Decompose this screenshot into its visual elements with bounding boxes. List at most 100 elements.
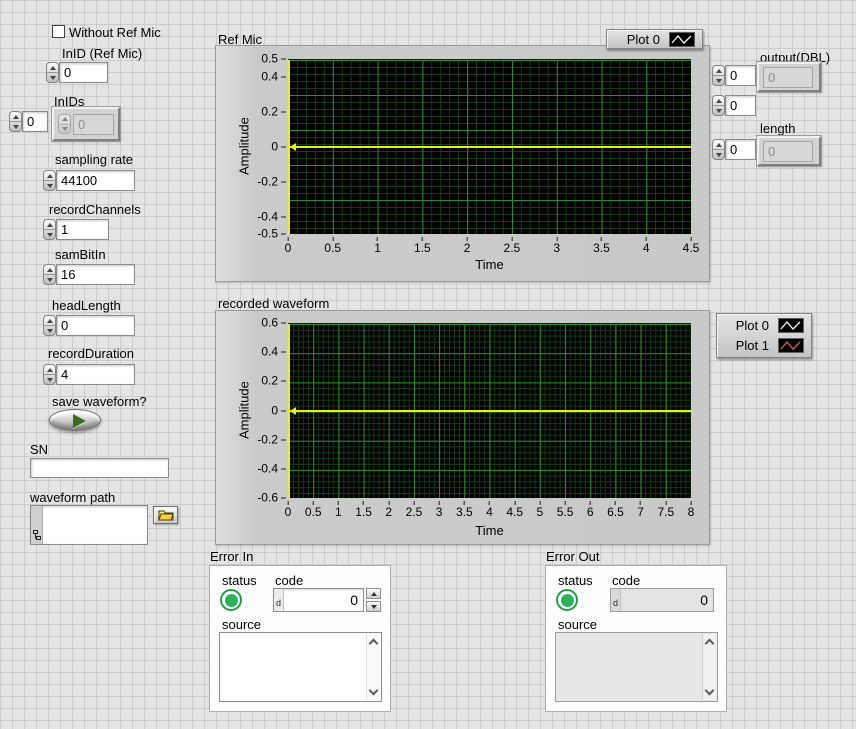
inid-spinner[interactable] — [46, 62, 59, 83]
error-in-label: Error In — [210, 549, 253, 564]
origin-marker — [290, 407, 296, 415]
record-channels-value[interactable]: 1 — [56, 219, 109, 240]
recorded-waveform-y-ticks: 0.60.40.20-0.2-0.4-0.6 — [240, 323, 286, 498]
sampling-rate-value[interactable]: 44100 — [56, 170, 135, 191]
x-tick-label: 7.5 — [657, 501, 674, 519]
head-length-value[interactable]: 0 — [56, 315, 135, 336]
record-channels-label: recordChannels — [49, 202, 141, 217]
x-tick-label: 5.5 — [557, 501, 574, 519]
error-out-status-label: status — [558, 573, 593, 588]
error-in-code-field[interactable]: d 0 — [273, 588, 364, 612]
ref-mic-x-ticks: 00.511.522.533.544.5 — [288, 237, 691, 255]
y-tick-label: -0.6 — [257, 492, 286, 505]
recorded-waveform-x-axis-label: Time — [288, 523, 691, 538]
ref-mic-plot-area[interactable] — [288, 59, 691, 234]
decrement-button[interactable] — [366, 601, 381, 612]
sam-bit-in-label: samBitIn — [55, 247, 106, 262]
labview-front-panel: Without Ref Mic InID (Ref Mic) 0 InIDs 0… — [0, 0, 856, 729]
output-dbl-col-spinner[interactable] — [712, 95, 725, 116]
sampling-rate-spinner[interactable] — [43, 170, 56, 191]
record-duration-spinner[interactable] — [43, 364, 56, 385]
y-tick-label: -0.2 — [257, 175, 286, 188]
length-index-row: 0 — [712, 139, 756, 160]
recorded-waveform-graph-title: recorded waveform — [218, 296, 329, 311]
without-ref-mic-label: Without Ref Mic — [69, 25, 161, 40]
legend-row-plot0[interactable]: Plot 0 — [724, 318, 804, 333]
inids-element-spinner[interactable] — [58, 114, 71, 134]
x-tick-label: 3 — [436, 501, 443, 519]
error-out-code-value: 0 — [621, 589, 713, 611]
inids-index-spinner[interactable] — [9, 111, 22, 132]
inids-element-value[interactable]: 0 — [73, 114, 114, 135]
waveform-path-field[interactable] — [30, 505, 148, 545]
sampling-rate-control: 44100 — [43, 170, 135, 191]
x-tick-label: 2.5 — [504, 237, 521, 255]
x-tick-label: 3.5 — [456, 501, 473, 519]
x-tick-label: 3 — [553, 237, 560, 255]
error-out-code-indicator: d 0 — [610, 588, 714, 612]
inid-value[interactable]: 0 — [59, 62, 108, 83]
y-tick-label: -0.5 — [257, 228, 286, 241]
path-text[interactable] — [43, 506, 147, 544]
sampling-rate-label: sampling rate — [55, 152, 133, 167]
output-dbl-col-index[interactable]: 0 — [725, 95, 756, 116]
increment-button[interactable] — [366, 588, 381, 599]
toggle-arrow-icon — [73, 414, 86, 428]
record-channels-spinner[interactable] — [43, 219, 56, 240]
output-dbl-row-spinner[interactable] — [712, 65, 725, 86]
record-duration-value[interactable]: 4 — [56, 364, 135, 385]
x-tick-label: 0.5 — [324, 237, 341, 255]
output-dbl-index-col: 0 — [712, 95, 756, 116]
x-tick-label: 1 — [374, 237, 381, 255]
y-tick-label: 0 — [271, 140, 286, 153]
length-label: length — [760, 121, 795, 136]
x-tick-label: 1.5 — [355, 501, 372, 519]
save-waveform-label: save waveform? — [52, 394, 147, 409]
legend-plot0-label: Plot 0 — [627, 32, 660, 47]
error-in-source-field[interactable] — [219, 632, 382, 702]
error-in-code-value[interactable]: 0 — [284, 589, 363, 611]
output-dbl-row-index[interactable]: 0 — [725, 65, 756, 86]
recorded-waveform-legend[interactable]: Plot 0 Plot 1 — [716, 313, 812, 358]
radix-indicator[interactable]: d — [274, 589, 284, 611]
ref-mic-x-axis-label: Time — [288, 257, 691, 272]
record-channels-control: 1 — [43, 219, 109, 240]
error-in-status-led[interactable] — [220, 589, 242, 611]
legend-plot0-line-sample — [669, 32, 695, 47]
head-length-spinner[interactable] — [43, 315, 56, 336]
sam-bit-in-value[interactable]: 16 — [56, 264, 135, 285]
ref-mic-legend[interactable]: Plot 0 — [606, 29, 703, 49]
sam-bit-in-spinner[interactable] — [43, 264, 56, 285]
browse-button[interactable] — [153, 506, 178, 524]
y-tick-label: 0 — [271, 404, 286, 417]
x-tick-label: 1.5 — [414, 237, 431, 255]
path-glyph-icon — [33, 529, 41, 541]
ref-mic-y-ticks: 0.50.40.20-0.2-0.4-0.5 — [240, 59, 286, 234]
without-ref-mic-checkbox[interactable] — [52, 25, 65, 38]
x-tick-label: 2 — [464, 237, 471, 255]
output-dbl-element: 0 — [763, 67, 813, 88]
legend-row-plot1[interactable]: Plot 1 — [724, 338, 804, 353]
legend-plot1-line-sample — [778, 338, 804, 353]
sn-field[interactable] — [30, 458, 169, 478]
save-waveform-toggle[interactable] — [49, 409, 101, 431]
legend-row-plot0[interactable]: Plot 0 — [614, 32, 695, 47]
head-length-label: headLength — [52, 298, 121, 313]
x-tick-label: 6.5 — [607, 501, 624, 519]
y-tick-label: -0.2 — [257, 433, 286, 446]
inids-index-value[interactable]: 0 — [22, 111, 48, 132]
x-tick-label: 0 — [285, 501, 292, 519]
x-tick-label: 0.5 — [305, 501, 322, 519]
length-index[interactable]: 0 — [725, 139, 756, 160]
recorded-waveform-plot-area[interactable] — [288, 323, 691, 498]
error-out-source-field — [555, 632, 718, 702]
error-in-source-label: source — [222, 617, 261, 632]
length-index-spinner[interactable] — [712, 139, 725, 160]
x-tick-label: 4 — [486, 501, 493, 519]
output-dbl-array-shell: 0 — [757, 62, 821, 92]
length-element: 0 — [763, 141, 813, 162]
origin-marker — [290, 143, 296, 151]
x-tick-label: 5 — [537, 501, 544, 519]
plot-zero-line — [288, 410, 691, 412]
y-tick-label: 0.6 — [261, 317, 286, 330]
